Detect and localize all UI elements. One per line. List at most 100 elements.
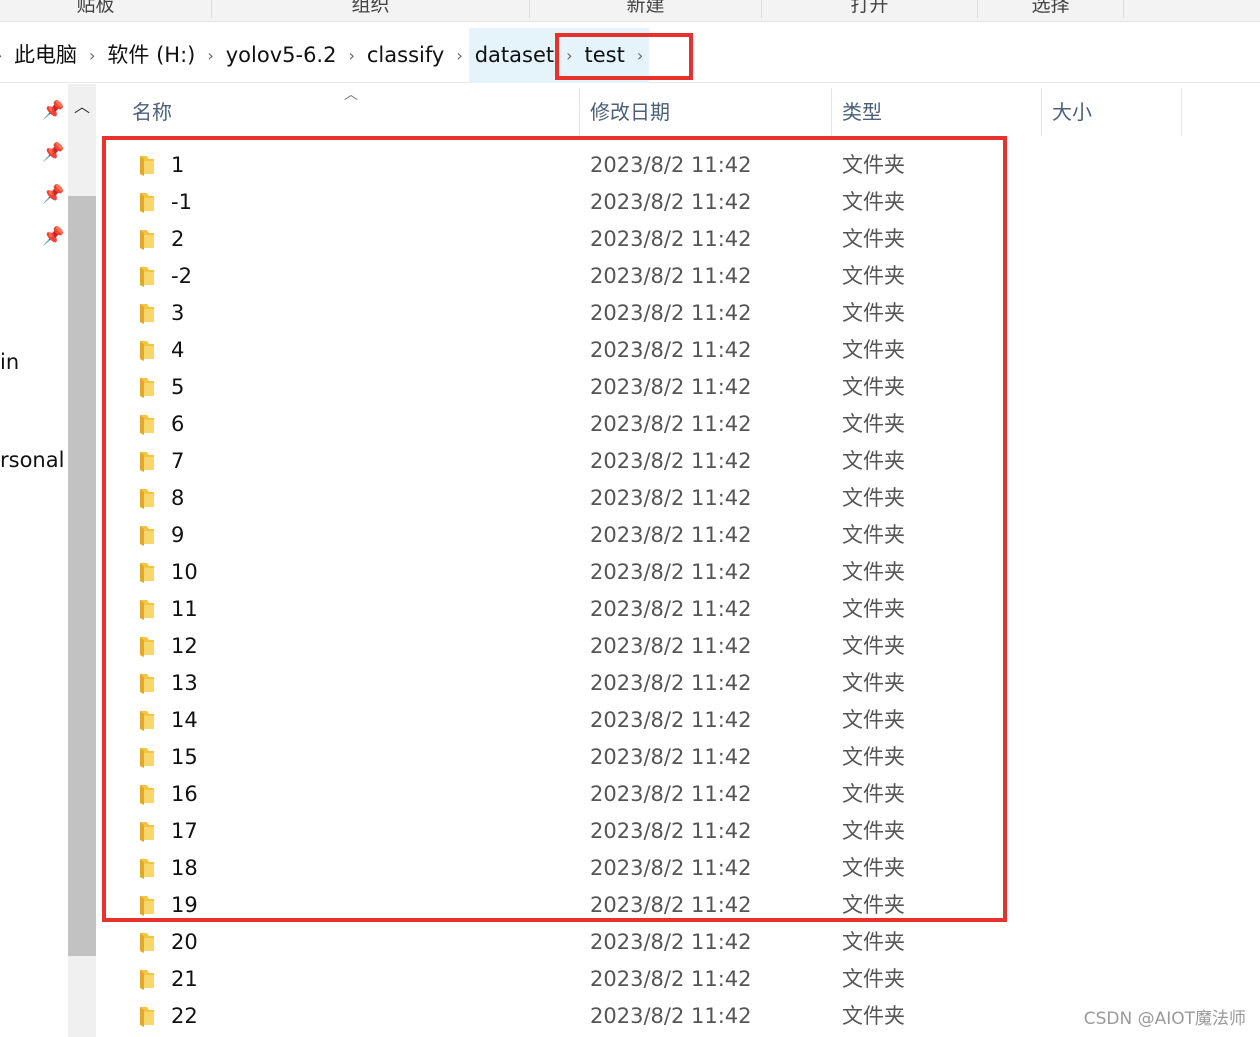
file-row[interactable]: 13 2023/8/2 11:42 文件夹 [100, 665, 1260, 702]
breadcrumb-this-pc[interactable]: 此电脑 [8, 28, 83, 83]
folder-icon [140, 674, 154, 694]
breadcrumb-classify[interactable]: classify [361, 28, 450, 83]
file-modified-date: 2023/8/2 11:42 [590, 412, 752, 436]
file-modified-date: 2023/8/2 11:42 [590, 338, 752, 362]
file-modified-date: 2023/8/2 11:42 [590, 227, 752, 251]
breadcrumb-chevron-icon[interactable]: › [450, 28, 468, 83]
ribbon-group-clipboard: 贴板 [0, 0, 212, 18]
nav-item-label[interactable]: rsonal [0, 448, 64, 472]
file-row[interactable]: 20 2023/8/2 11:42 文件夹 [100, 924, 1260, 961]
file-name: 11 [171, 597, 198, 621]
breadcrumb-dataset[interactable]: dataset [468, 28, 561, 83]
folder-icon [140, 748, 154, 768]
address-bar[interactable]: › 此电脑 › 软件 (H:) › yolov5-6.2 › classify … [0, 28, 1260, 83]
file-name: 2 [171, 227, 185, 251]
file-row[interactable]: 1 2023/8/2 11:42 文件夹 [100, 147, 1260, 184]
folder-icon [140, 859, 154, 879]
ribbon-group-label: 选择 [1031, 0, 1070, 16]
file-modified-date: 2023/8/2 11:42 [590, 1004, 752, 1028]
file-type: 文件夹 [842, 597, 905, 621]
file-row[interactable]: 21 2023/8/2 11:42 文件夹 [100, 961, 1260, 998]
breadcrumb-chevron-icon[interactable]: › [0, 28, 8, 83]
file-type: 文件夹 [842, 227, 905, 251]
file-type: 文件夹 [842, 190, 905, 214]
breadcrumb-drive-h[interactable]: 软件 (H:) [101, 28, 201, 83]
file-row[interactable]: 15 2023/8/2 11:42 文件夹 [100, 739, 1260, 776]
file-modified-date: 2023/8/2 11:42 [590, 486, 752, 510]
column-header-name[interactable]: 名称 [122, 88, 580, 136]
file-row[interactable]: 12 2023/8/2 11:42 文件夹 [100, 628, 1260, 665]
file-type: 文件夹 [842, 301, 905, 325]
file-name: -1 [171, 190, 192, 214]
file-type: 文件夹 [842, 967, 905, 991]
breadcrumb-yolov5[interactable]: yolov5-6.2 [220, 28, 343, 83]
column-header-label: 名称 [132, 100, 172, 124]
nav-scrollbar[interactable]: ︿ [68, 84, 96, 1037]
file-row[interactable]: 10 2023/8/2 11:42 文件夹 [100, 554, 1260, 591]
file-rows: 1 2023/8/2 11:42 文件夹 -1 2023/8/2 11:42 文… [100, 147, 1260, 1035]
pin-icon[interactable]: 📌 [42, 100, 64, 121]
file-row[interactable]: 7 2023/8/2 11:42 文件夹 [100, 443, 1260, 480]
file-name: 15 [171, 745, 198, 769]
file-type: 文件夹 [842, 412, 905, 436]
file-modified-date: 2023/8/2 11:42 [590, 634, 752, 658]
file-type: 文件夹 [842, 153, 905, 177]
file-name: 20 [171, 930, 198, 954]
breadcrumb-chevron-icon[interactable]: › [342, 28, 360, 83]
nav-item-label[interactable]: in [0, 350, 19, 374]
file-name: 21 [171, 967, 198, 991]
file-type: 文件夹 [842, 523, 905, 547]
pin-icon[interactable]: 📌 [42, 226, 64, 247]
column-header-size[interactable]: 大小 [1042, 88, 1182, 136]
file-row[interactable]: -1 2023/8/2 11:42 文件夹 [100, 184, 1260, 221]
file-name: 7 [171, 449, 185, 473]
file-modified-date: 2023/8/2 11:42 [590, 449, 752, 473]
file-modified-date: 2023/8/2 11:42 [590, 930, 752, 954]
file-row[interactable]: 3 2023/8/2 11:42 文件夹 [100, 295, 1260, 332]
file-row[interactable]: 14 2023/8/2 11:42 文件夹 [100, 702, 1260, 739]
file-type: 文件夹 [842, 375, 905, 399]
file-row[interactable]: 18 2023/8/2 11:42 文件夹 [100, 850, 1260, 887]
folder-icon [140, 785, 154, 805]
column-header-type[interactable]: 类型 [832, 88, 1042, 136]
scrollbar-thumb[interactable] [68, 196, 96, 956]
file-row[interactable]: 9 2023/8/2 11:42 文件夹 [100, 517, 1260, 554]
file-row[interactable]: 8 2023/8/2 11:42 文件夹 [100, 480, 1260, 517]
file-row[interactable]: 19 2023/8/2 11:42 文件夹 [100, 887, 1260, 924]
folder-icon [140, 341, 154, 361]
pin-icon[interactable]: 📌 [42, 142, 64, 163]
file-list-view[interactable]: ︿ 名称 修改日期 类型 大小 1 2023/8/2 11:42 文件夹 -1 … [100, 84, 1260, 1037]
ribbon-group-select: 选择 [978, 0, 1124, 18]
pin-icon[interactable]: 📌 [42, 184, 64, 205]
file-row[interactable]: 6 2023/8/2 11:42 文件夹 [100, 406, 1260, 443]
file-type: 文件夹 [842, 449, 905, 473]
file-row[interactable]: 17 2023/8/2 11:42 文件夹 [100, 813, 1260, 850]
breadcrumb-chevron-icon[interactable]: › [201, 28, 219, 83]
breadcrumb-chevron-icon[interactable]: › [83, 28, 101, 83]
breadcrumb-chevron-icon[interactable]: › [560, 28, 579, 83]
file-modified-date: 2023/8/2 11:42 [590, 153, 752, 177]
breadcrumb-test[interactable]: test [578, 28, 631, 83]
column-header-date[interactable]: 修改日期 [580, 88, 832, 136]
file-type: 文件夹 [842, 782, 905, 806]
file-row[interactable]: -2 2023/8/2 11:42 文件夹 [100, 258, 1260, 295]
file-type: 文件夹 [842, 560, 905, 584]
file-row[interactable]: 5 2023/8/2 11:42 文件夹 [100, 369, 1260, 406]
folder-icon [140, 896, 154, 916]
breadcrumb-chevron-icon[interactable]: › [630, 28, 650, 83]
folder-icon [140, 563, 154, 583]
file-row[interactable]: 4 2023/8/2 11:42 文件夹 [100, 332, 1260, 369]
file-modified-date: 2023/8/2 11:42 [590, 264, 752, 288]
file-row[interactable]: 11 2023/8/2 11:42 文件夹 [100, 591, 1260, 628]
file-name: 17 [171, 819, 198, 843]
ribbon-group-open: 打开 [762, 0, 978, 18]
file-type: 文件夹 [842, 856, 905, 880]
scroll-up-icon[interactable]: ︿ [68, 92, 96, 122]
navigation-pane[interactable]: 📌 📌 📌 📌 in rsonal ︿ [0, 84, 100, 1037]
file-row[interactable]: 16 2023/8/2 11:42 文件夹 [100, 776, 1260, 813]
file-modified-date: 2023/8/2 11:42 [590, 190, 752, 214]
file-modified-date: 2023/8/2 11:42 [590, 597, 752, 621]
file-row[interactable]: 2 2023/8/2 11:42 文件夹 [100, 221, 1260, 258]
folder-icon [140, 378, 154, 398]
file-type: 文件夹 [842, 708, 905, 732]
